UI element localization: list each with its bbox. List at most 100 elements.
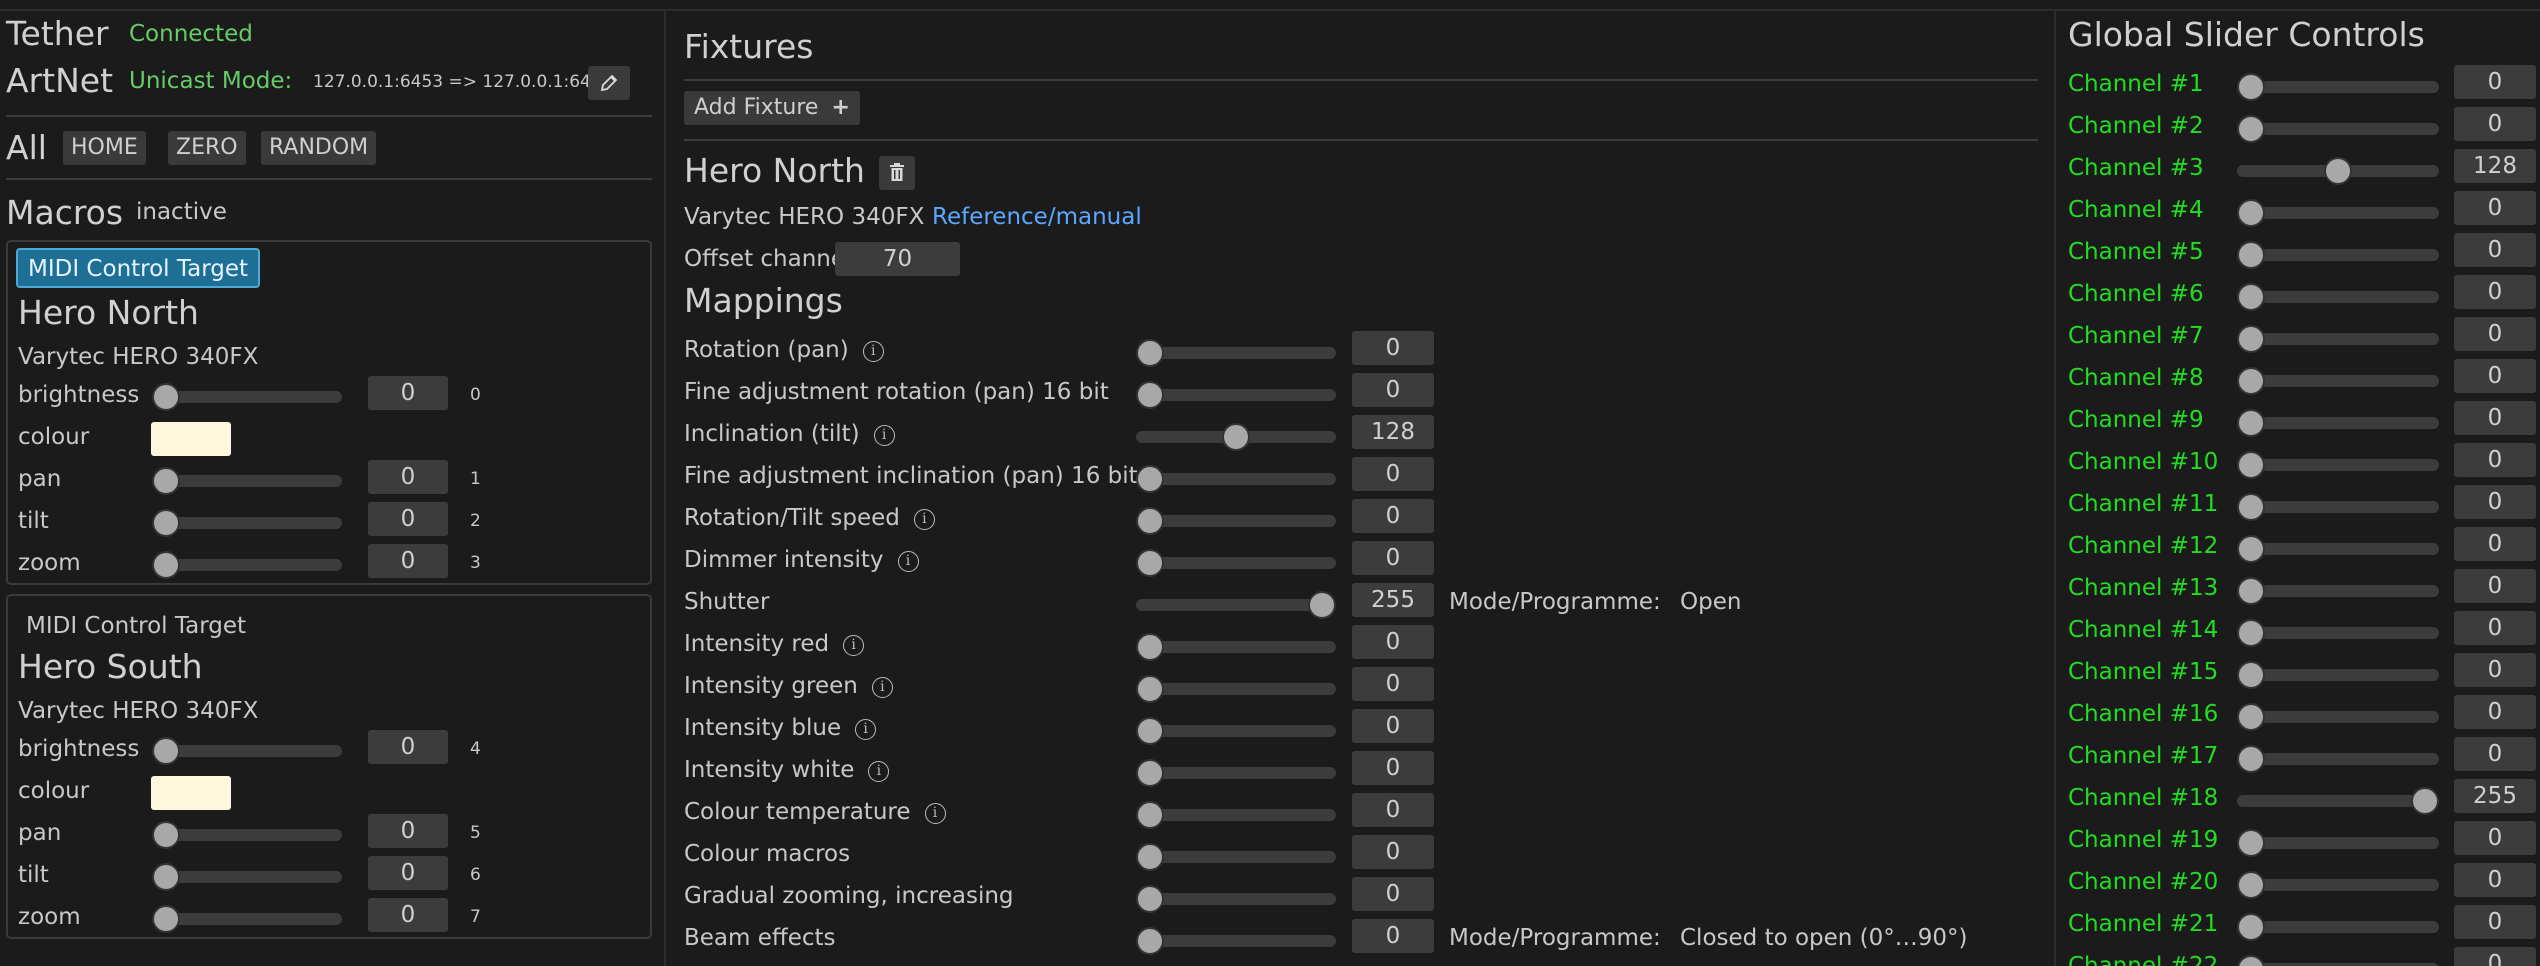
channel-value-input[interactable]: 0 (2454, 359, 2536, 393)
slider-knob[interactable] (2237, 913, 2265, 941)
channel-value-input[interactable]: 128 (2454, 149, 2536, 183)
channel-value-input[interactable]: 0 (2454, 695, 2536, 729)
macro-value-input[interactable]: 0 (368, 544, 448, 578)
mapping-slider[interactable] (1136, 927, 1336, 955)
zero-button[interactable]: ZERO (168, 131, 246, 165)
channel-slider[interactable] (2237, 493, 2439, 521)
mapping-slider[interactable] (1136, 549, 1336, 577)
slider-knob[interactable] (2237, 115, 2265, 143)
macro-slider[interactable] (152, 551, 342, 579)
channel-slider[interactable] (2237, 115, 2439, 143)
slider-knob[interactable] (1136, 549, 1164, 577)
channel-slider[interactable] (2237, 745, 2439, 773)
info-icon[interactable]: i (871, 677, 893, 698)
mapping-value-input[interactable]: 0 (1352, 793, 1434, 827)
channel-slider[interactable] (2237, 829, 2439, 857)
info-icon[interactable]: i (897, 551, 919, 572)
colour-swatch[interactable] (151, 422, 231, 456)
slider-knob[interactable] (1136, 927, 1164, 955)
mapping-value-input[interactable]: 0 (1352, 709, 1434, 743)
macro-value-input[interactable]: 0 (368, 898, 448, 932)
slider-knob[interactable] (2237, 955, 2265, 966)
info-icon[interactable]: i (843, 635, 865, 656)
channel-slider[interactable] (2237, 409, 2439, 437)
macro-slider[interactable] (152, 509, 342, 537)
edit-artnet-button[interactable] (588, 66, 630, 100)
slider-knob[interactable] (2237, 199, 2265, 227)
midi-control-target-button[interactable]: MIDI Control Target (16, 248, 261, 288)
slider-knob[interactable] (2237, 367, 2265, 395)
slider-knob[interactable] (1136, 633, 1164, 661)
channel-value-input[interactable]: 0 (2454, 191, 2536, 225)
random-button[interactable]: RANDOM (261, 131, 377, 165)
channel-slider[interactable] (2237, 157, 2439, 185)
channel-value-input[interactable]: 0 (2454, 485, 2536, 519)
mapping-value-input[interactable]: 0 (1352, 835, 1434, 869)
mapping-slider[interactable] (1136, 885, 1336, 913)
mapping-value-input[interactable]: 255 (1352, 583, 1434, 617)
mapping-value-input[interactable]: 0 (1352, 919, 1434, 953)
channel-value-input[interactable]: 0 (2454, 947, 2536, 966)
mapping-value-input[interactable]: 0 (1352, 751, 1434, 785)
colour-swatch[interactable] (151, 776, 231, 810)
mapping-slider[interactable] (1136, 381, 1336, 409)
slider-knob[interactable] (1136, 381, 1164, 409)
slider-knob[interactable] (1136, 507, 1164, 535)
slider-knob[interactable] (2237, 409, 2265, 437)
channel-slider[interactable] (2237, 535, 2439, 563)
slider-knob[interactable] (2237, 871, 2265, 899)
macro-slider[interactable] (152, 467, 342, 495)
channel-slider[interactable] (2237, 871, 2439, 899)
home-button[interactable]: HOME (63, 131, 146, 165)
info-icon[interactable]: i (924, 803, 946, 824)
info-icon[interactable]: i (868, 761, 890, 782)
channel-value-input[interactable]: 0 (2454, 107, 2536, 141)
slider-knob[interactable] (2237, 535, 2265, 563)
mapping-slider[interactable] (1136, 759, 1336, 787)
channel-slider[interactable] (2237, 703, 2439, 731)
channel-value-input[interactable]: 0 (2454, 65, 2536, 99)
channel-value-input[interactable]: 0 (2454, 737, 2536, 771)
channel-value-input[interactable]: 0 (2454, 905, 2536, 939)
slider-knob[interactable] (2237, 451, 2265, 479)
slider-knob[interactable] (152, 383, 180, 411)
slider-knob[interactable] (2237, 283, 2265, 311)
slider-knob[interactable] (152, 863, 180, 891)
channel-slider[interactable] (2237, 787, 2439, 815)
mapping-value-input[interactable]: 0 (1352, 667, 1434, 701)
channel-slider[interactable] (2237, 619, 2439, 647)
slider-knob[interactable] (152, 905, 180, 933)
macro-slider[interactable] (152, 905, 342, 933)
channel-value-input[interactable]: 255 (2454, 779, 2536, 813)
macro-value-input[interactable]: 0 (368, 460, 448, 494)
mapping-slider[interactable] (1136, 507, 1336, 535)
slider-knob[interactable] (152, 509, 180, 537)
macro-value-input[interactable]: 0 (368, 730, 448, 764)
info-icon[interactable]: i (873, 425, 895, 446)
mapping-value-input[interactable]: 0 (1352, 877, 1434, 911)
macro-slider[interactable] (152, 383, 342, 411)
channel-value-input[interactable]: 0 (2454, 527, 2536, 561)
delete-fixture-button[interactable] (879, 156, 915, 190)
channel-value-input[interactable]: 0 (2454, 233, 2536, 267)
channel-slider[interactable] (2237, 577, 2439, 605)
slider-knob[interactable] (2237, 325, 2265, 353)
slider-knob[interactable] (152, 821, 180, 849)
mapping-value-input[interactable]: 0 (1352, 373, 1434, 407)
slider-knob[interactable] (1136, 801, 1164, 829)
mapping-slider[interactable] (1136, 675, 1336, 703)
channel-value-input[interactable]: 0 (2454, 611, 2536, 645)
mapping-slider[interactable] (1136, 465, 1336, 493)
slider-knob[interactable] (1136, 843, 1164, 871)
channel-slider[interactable] (2237, 283, 2439, 311)
slider-knob[interactable] (1136, 759, 1164, 787)
mapping-value-input[interactable]: 0 (1352, 541, 1434, 575)
channel-slider[interactable] (2237, 73, 2439, 101)
channel-value-input[interactable]: 0 (2454, 443, 2536, 477)
slider-knob[interactable] (152, 467, 180, 495)
channel-slider[interactable] (2237, 451, 2439, 479)
slider-knob[interactable] (2237, 661, 2265, 689)
slider-knob[interactable] (2237, 703, 2265, 731)
macro-slider[interactable] (152, 863, 342, 891)
channel-slider[interactable] (2237, 199, 2439, 227)
